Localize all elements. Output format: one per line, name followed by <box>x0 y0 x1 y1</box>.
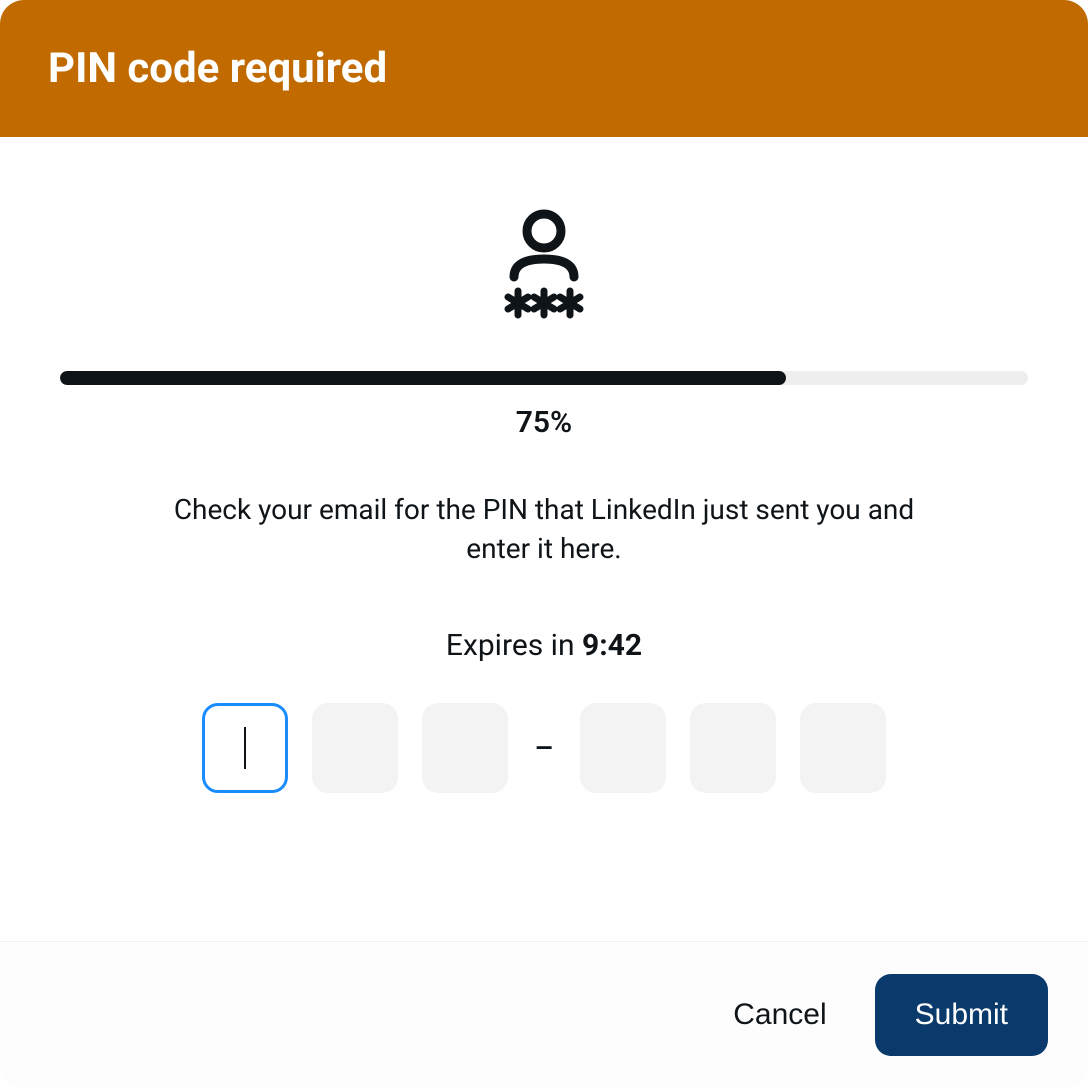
expires-text: Expires in 9:42 <box>446 628 642 663</box>
pin-box-3[interactable] <box>422 703 508 793</box>
pin-box-5[interactable] <box>690 703 776 793</box>
pin-box-6[interactable] <box>800 703 886 793</box>
pin-box-2[interactable] <box>312 703 398 793</box>
submit-button[interactable]: Submit <box>875 974 1048 1056</box>
modal-body: 75% Check your email for the PIN that Li… <box>0 137 1088 941</box>
modal-footer: Cancel Submit <box>0 941 1088 1088</box>
progress-fill <box>60 371 786 385</box>
cancel-button[interactable]: Cancel <box>725 982 834 1048</box>
expires-time: 9:42 <box>582 628 642 663</box>
pin-separator: – <box>532 731 555 766</box>
user-pin-icon <box>484 207 604 331</box>
modal-title: PIN code required <box>48 44 1040 93</box>
pin-box-1[interactable] <box>202 703 288 793</box>
instruction-text: Check your email for the PIN that Linked… <box>164 490 924 568</box>
text-cursor <box>244 727 246 769</box>
pin-box-4[interactable] <box>580 703 666 793</box>
progress-container: 75% <box>60 371 1028 440</box>
progress-bar <box>60 371 1028 385</box>
pin-input-row: – <box>202 703 885 793</box>
progress-label: 75% <box>516 405 572 440</box>
pin-modal: PIN code required 75% <box>0 0 1088 1088</box>
modal-header: PIN code required <box>0 0 1088 137</box>
expires-prefix: Expires in <box>446 628 582 663</box>
